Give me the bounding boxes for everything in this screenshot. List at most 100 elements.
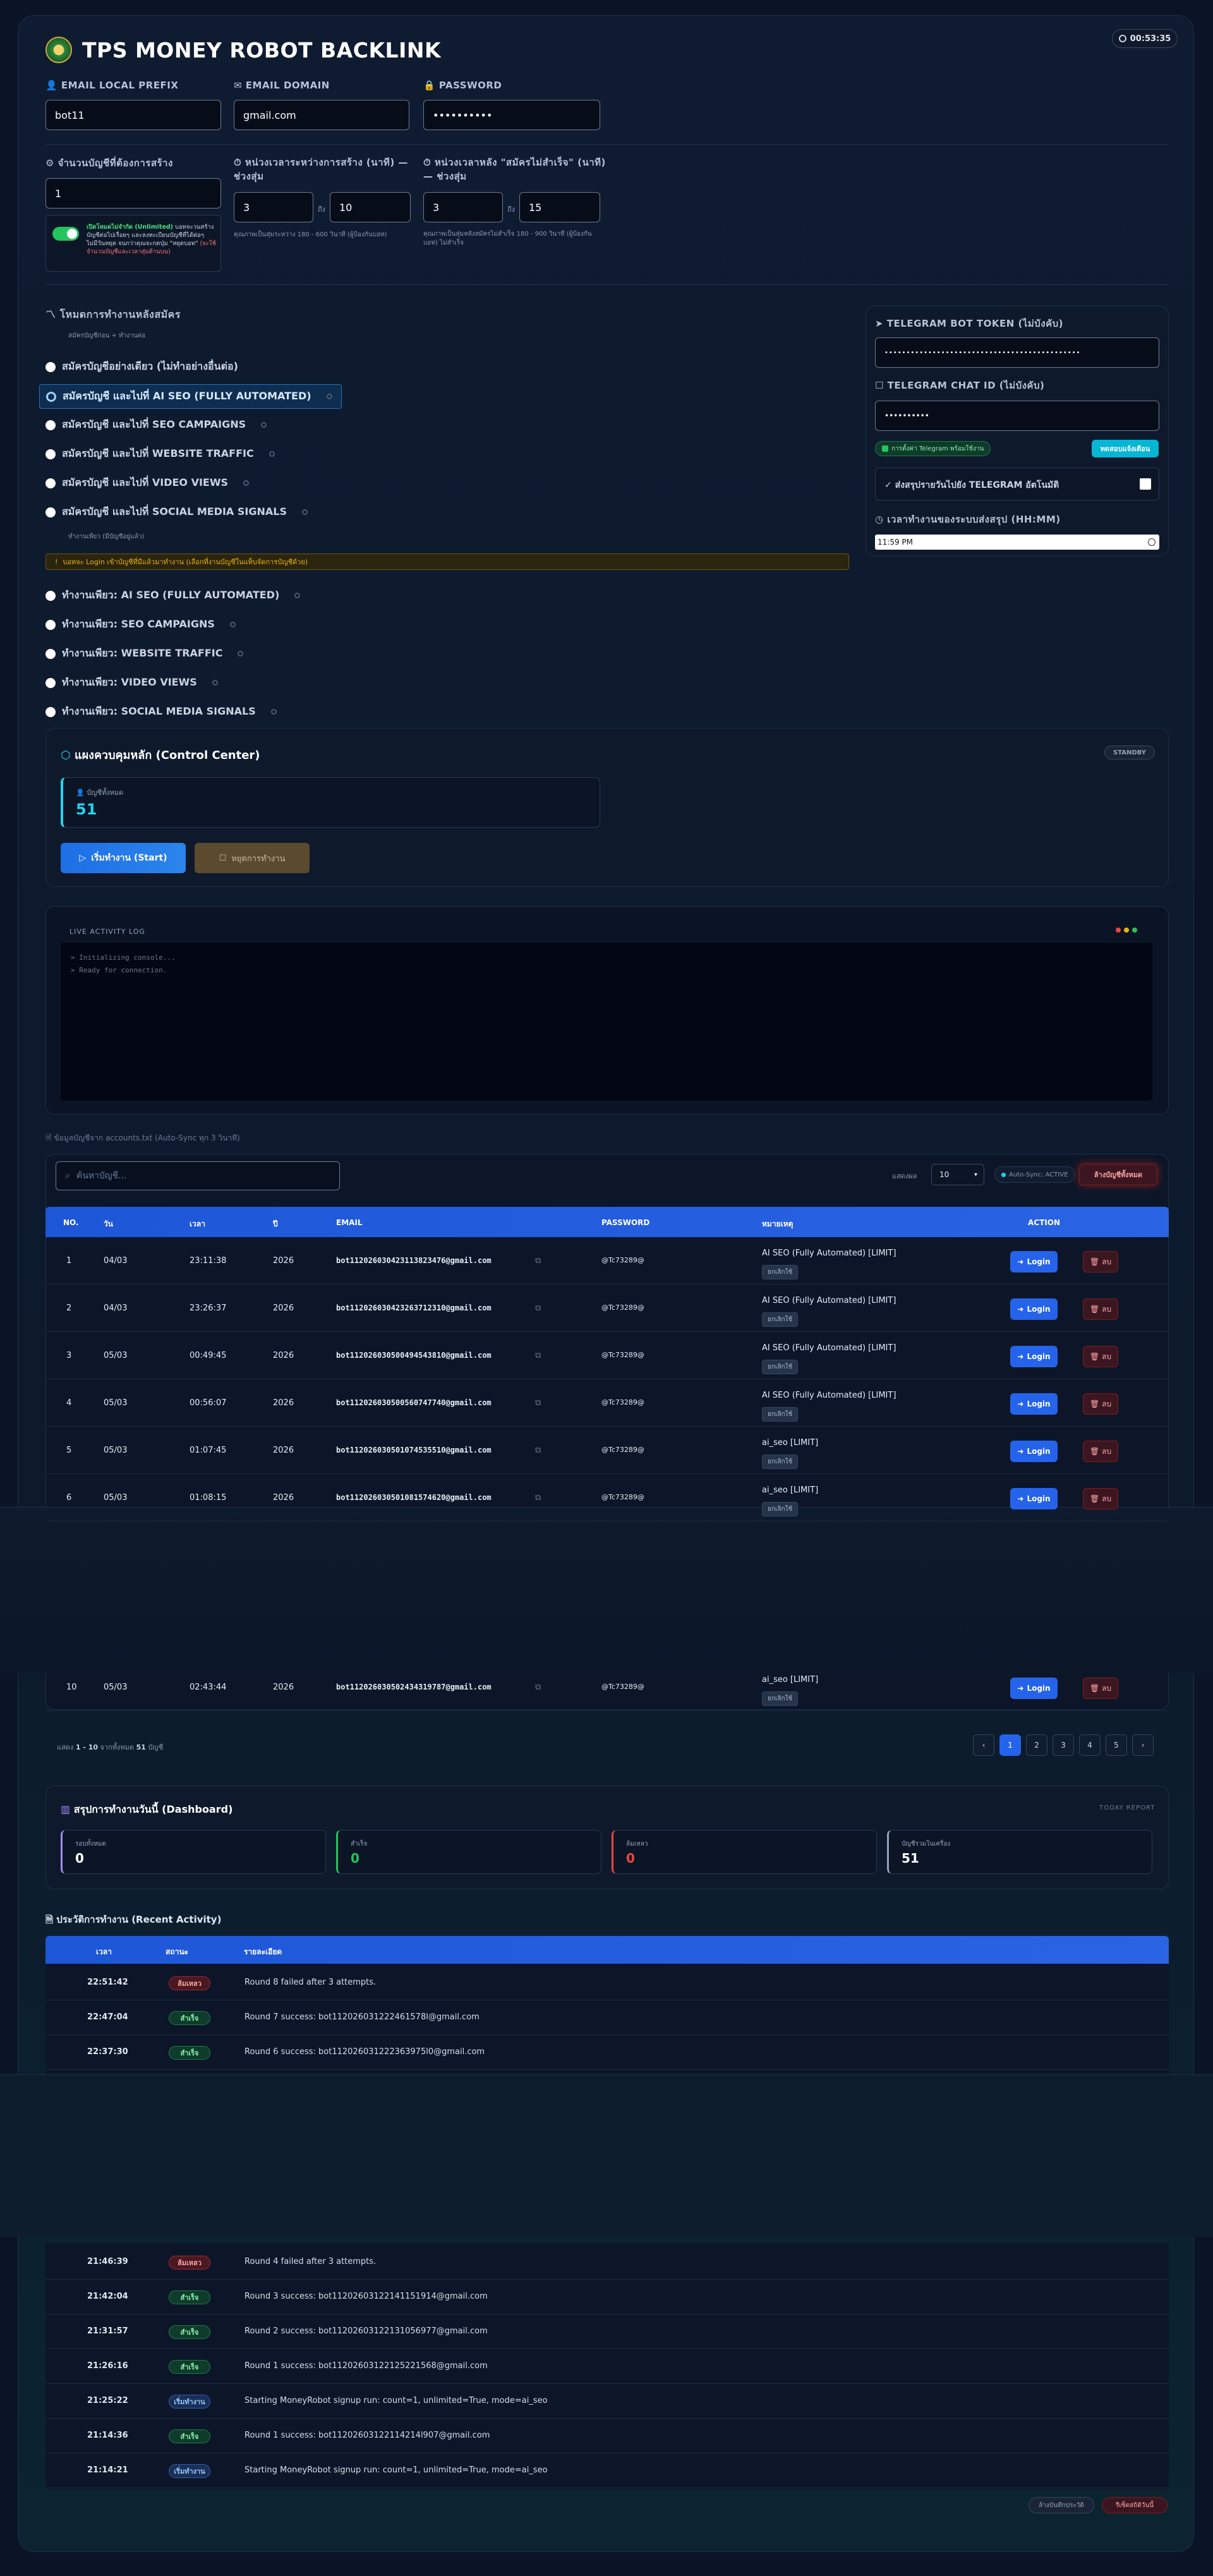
- total-accounts-value: 51: [76, 801, 97, 818]
- mode-radio[interactable]: ทำงานเพียว: SOCIAL MEDIA SIGNALS: [45, 704, 277, 720]
- page-button[interactable]: ›: [1132, 1734, 1154, 1756]
- scroll-gap: [0, 1507, 1213, 1673]
- col-email: EMAIL: [336, 1218, 363, 1227]
- login-button[interactable]: ➜ Login: [1010, 1298, 1058, 1320]
- delete-button[interactable]: 🗑 ลบ: [1083, 1393, 1118, 1415]
- mode-radio[interactable]: สมัครบัญชี และไปที่ SOCIAL MEDIA SIGNALS: [45, 504, 308, 520]
- page-button[interactable]: 4: [1079, 1734, 1101, 1756]
- page-size-label: แสดงผล: [892, 1172, 917, 1180]
- delete-button[interactable]: 🗑 ลบ: [1083, 1346, 1118, 1367]
- telegram-token-input[interactable]: ••••••••••••••••••••••••••••••••••••••••…: [875, 337, 1159, 368]
- stat-card: ล้มเหลว 0: [612, 1830, 877, 1874]
- mode-radio[interactable]: ทำงานเพียว: SEO CAMPAIGNS: [45, 617, 236, 632]
- delay-max-input[interactable]: 10: [330, 192, 411, 222]
- radio-circle: [45, 648, 56, 659]
- login-button[interactable]: ➜ Login: [1010, 1678, 1058, 1699]
- reset-stats-button[interactable]: รีเซ็ตสถิติวันนี้: [1102, 2497, 1168, 2513]
- table-row: 5 05/03 01:07:45 2026 bot1120260305010745355…: [45, 1427, 1169, 1474]
- unlimited-text: เปิดโหมดไม่จำกัด (Unlimited) บอทจะวนสร้า…: [87, 224, 216, 255]
- activity-time: 22:51:42: [87, 1978, 128, 1987]
- trash-icon: 🗑: [1089, 1684, 1100, 1693]
- daily-summary-row: ✓ ส่งสรุปรายวันไปยัง TELEGRAM อัตโนมัติ: [875, 468, 1159, 500]
- telegram-test-button[interactable]: ทดสอบแจ้งเตือน: [1092, 440, 1159, 457]
- page-button[interactable]: 3: [1053, 1734, 1074, 1756]
- clear-history-button[interactable]: ล้างบันทึกประวัติ: [1029, 2497, 1094, 2513]
- cell-no: 10: [66, 1683, 77, 1692]
- table-row: 2 04/03 23:26:37 2026 bot1120260304232637123…: [45, 1285, 1169, 1332]
- copy-icon[interactable]: ⧉: [535, 1493, 541, 1503]
- stat-label: บัญชีรวมในเครื่อง: [902, 1841, 951, 1847]
- cell-time: 01:08:15: [190, 1493, 227, 1503]
- password-input[interactable]: ••••••••••: [423, 100, 600, 130]
- login-button[interactable]: ➜ Login: [1010, 1393, 1058, 1415]
- auto-sync-badge: Auto-Sync: ACTIVE: [994, 1166, 1075, 1183]
- activity-time: 21:46:39: [87, 2257, 128, 2266]
- login-button[interactable]: ➜ Login: [1010, 1488, 1058, 1509]
- page-button[interactable]: 2: [1026, 1734, 1047, 1756]
- delete-button[interactable]: 🗑 ลบ: [1083, 1678, 1118, 1699]
- stop-button[interactable]: ☐ หยุดการทำงาน: [195, 843, 310, 873]
- delete-button[interactable]: 🗑 ลบ: [1083, 1441, 1118, 1462]
- cell-time: 01:07:45: [190, 1446, 227, 1455]
- mode-radio[interactable]: สมัครบัญชี และไปที่ AI SEO (FULLY AUTOMA…: [39, 384, 342, 409]
- email-prefix-input[interactable]: bot11: [45, 100, 221, 130]
- after-min-input[interactable]: 3: [423, 192, 503, 222]
- email-domain-input[interactable]: gmail.com: [234, 100, 409, 130]
- accounts-count-input[interactable]: 1: [45, 178, 221, 209]
- page-button[interactable]: 1: [999, 1734, 1021, 1756]
- copy-icon[interactable]: ⧉: [535, 1683, 541, 1692]
- radio-circle: [45, 706, 56, 717]
- activity-detail: Round 8 failed after 3 attempts.: [244, 1978, 377, 1987]
- daily-summary-checkbox[interactable]: [1140, 478, 1151, 490]
- after-max-input[interactable]: 15: [519, 192, 600, 222]
- status-badge: สำเร็จ: [169, 2011, 210, 2025]
- page-button[interactable]: ‹: [973, 1734, 994, 1756]
- page-size-select[interactable]: 10 ▾: [931, 1164, 984, 1185]
- stat-value: 0: [626, 1851, 635, 1866]
- mode-radio[interactable]: สมัครบัญชีอย่างเดียว (ไม่ทำอย่างอื่นต่อ): [45, 359, 238, 375]
- cell-day: 04/03: [104, 1303, 128, 1313]
- radio-circle: [45, 420, 56, 430]
- mode-radio[interactable]: ทำงานเพียว: VIDEO VIEWS: [45, 675, 218, 691]
- login-button[interactable]: ➜ Login: [1010, 1346, 1058, 1367]
- copy-icon[interactable]: ⧉: [535, 1398, 541, 1408]
- delete-all-button[interactable]: ล้างบัญชีทั้งหมด: [1079, 1164, 1157, 1185]
- telegram-chat-input[interactable]: ••••••••••: [875, 401, 1159, 431]
- activity-time: 21:25:22: [87, 2396, 128, 2405]
- copy-icon[interactable]: ⧉: [535, 1303, 541, 1313]
- cell-email: bot112026030502434319787@gmail.com: [336, 1683, 492, 1691]
- status-badge: ล้มเหลว: [169, 2256, 210, 2270]
- radio-circle: [45, 478, 56, 488]
- info-icon: [326, 394, 332, 399]
- modes-subtitle: สมัครบัญชีก่อน + ทำงานต่อ: [68, 332, 146, 339]
- activity-table-header: เวลา สถานะ รายละเอียด: [45, 1936, 1169, 1964]
- copy-icon[interactable]: ⧉: [535, 1446, 541, 1455]
- mode-radio[interactable]: สมัครบัญชี และไปที่ VIDEO VIEWS: [45, 475, 250, 491]
- table-row: 10 05/03 02:43:44 2026 bot112026030502434319…: [45, 1664, 1169, 1711]
- log-line: > Ready for connection.: [71, 966, 167, 974]
- start-button[interactable]: ▷ เริ่มทำงาน (Start): [61, 843, 186, 873]
- radio-circle: [45, 677, 56, 688]
- summary-time-input[interactable]: 11:59 PM: [875, 535, 1159, 550]
- log-console: > Initializing console... > Ready for co…: [61, 943, 1152, 1101]
- radio-circle: [45, 619, 56, 630]
- delete-button[interactable]: 🗑 ลบ: [1083, 1251, 1118, 1273]
- page-button[interactable]: 5: [1106, 1734, 1127, 1756]
- mode-radio[interactable]: สมัครบัญชี และไปที่ WEBSITE TRAFFIC: [45, 446, 275, 462]
- mode-radio[interactable]: ทำงานเพียว: WEBSITE TRAFFIC: [45, 646, 244, 662]
- search-input[interactable]: ⌕ ค้นหาบัญชี...: [56, 1161, 340, 1190]
- unlimited-toggle[interactable]: [52, 227, 79, 241]
- copy-icon[interactable]: ⧉: [535, 1351, 541, 1360]
- table-row: 6 05/03 01:08:15 2026 bot1120260305010815746…: [45, 1474, 1169, 1521]
- cell-email: bot112026030423113823476@gmail.com: [336, 1256, 492, 1265]
- mode-label: ทำงานเพียว: SEO CAMPAIGNS: [62, 618, 215, 630]
- login-button[interactable]: ➜ Login: [1010, 1251, 1058, 1273]
- copy-icon[interactable]: ⧉: [535, 1256, 541, 1266]
- delete-button[interactable]: 🗑 ลบ: [1083, 1488, 1118, 1509]
- delete-button[interactable]: 🗑 ลบ: [1083, 1298, 1118, 1320]
- after-fail-label: ⏱ หน่วงเวลาหลัง "สมัครไม่สำเร็จ" (นาที) …: [423, 157, 606, 182]
- delay-min-input[interactable]: 3: [234, 192, 313, 222]
- mode-radio[interactable]: ทำงานเพียว: AI SEO (FULLY AUTOMATED): [45, 588, 301, 603]
- mode-radio[interactable]: สมัครบัญชี และไปที่ SEO CAMPAIGNS: [45, 417, 267, 433]
- login-button[interactable]: ➜ Login: [1010, 1441, 1058, 1462]
